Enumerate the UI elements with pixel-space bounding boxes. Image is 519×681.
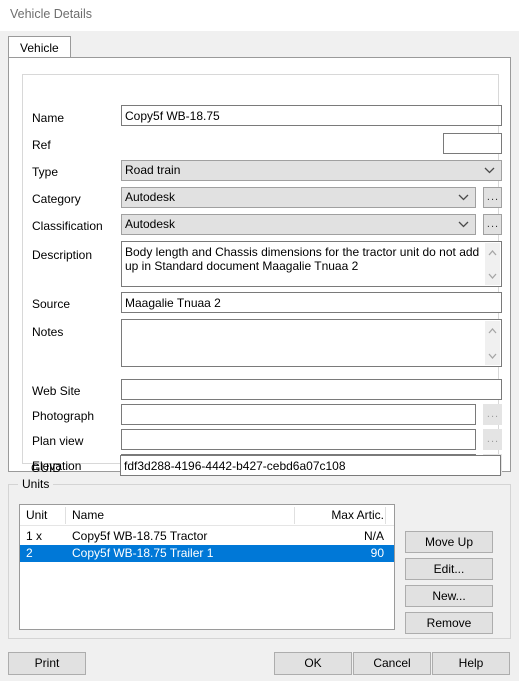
- cell-unit: 1 x: [26, 529, 43, 543]
- scroll-up-icon[interactable]: [485, 323, 500, 338]
- ref-label: Ref: [32, 138, 51, 152]
- tab-page-vehicle: Name Ref Type Road train Category Autode…: [8, 57, 511, 476]
- photograph-input[interactable]: [121, 404, 476, 425]
- cell-name: Copy5f WB-18.75 Tractor: [72, 529, 208, 543]
- description-textarea[interactable]: Body length and Chassis dimensions for t…: [121, 241, 502, 287]
- cell-name: Copy5f WB-18.75 Trailer 1: [72, 546, 214, 560]
- notes-label: Notes: [32, 325, 64, 339]
- type-value: Road train: [125, 163, 181, 177]
- guid-label: GUID: [31, 461, 61, 475]
- description-scrollbar[interactable]: [485, 243, 500, 285]
- ok-button[interactable]: OK: [274, 652, 352, 675]
- window-title: Vehicle Details: [10, 7, 92, 21]
- notes-textarea[interactable]: [121, 319, 502, 367]
- web-site-label: Web Site: [32, 384, 81, 398]
- tab-strip: Vehicle: [8, 36, 511, 58]
- vehicle-fields-panel: Name Ref Type Road train Category Autode…: [22, 74, 502, 475]
- chevron-down-icon: [484, 161, 495, 180]
- units-group-label: Units: [18, 477, 54, 491]
- vehicle-details-dialog: Vehicle Details Vehicle Name Ref Type Ro…: [0, 0, 519, 681]
- category-value: Autodesk: [125, 190, 176, 204]
- description-label: Description: [32, 248, 93, 262]
- units-listview[interactable]: Unit Name Max Artic. 1 x Copy5f WB-18.75…: [19, 504, 395, 630]
- column-header-unit[interactable]: Unit: [26, 505, 47, 526]
- guid-input[interactable]: [120, 455, 501, 476]
- classification-label: Classification: [32, 219, 103, 233]
- name-label: Name: [32, 111, 65, 125]
- cancel-button[interactable]: Cancel: [353, 652, 431, 675]
- plan-view-browse-button[interactable]: ...: [483, 429, 502, 450]
- category-label: Category: [32, 192, 81, 206]
- description-value: Body length and Chassis dimensions for t…: [125, 245, 480, 273]
- notes-scrollbar[interactable]: [485, 321, 500, 365]
- units-listview-header: Unit Name Max Artic.: [20, 505, 394, 526]
- remove-button[interactable]: Remove: [405, 612, 493, 634]
- scroll-down-icon[interactable]: [485, 268, 500, 283]
- print-button[interactable]: Print: [8, 652, 86, 675]
- column-divider: [65, 507, 66, 524]
- help-button[interactable]: Help: [432, 652, 510, 675]
- chevron-down-icon: [458, 215, 469, 234]
- column-divider: [294, 507, 295, 524]
- edit-button[interactable]: Edit...: [405, 558, 493, 580]
- source-input[interactable]: [121, 292, 502, 313]
- table-row[interactable]: 1 x Copy5f WB-18.75 Tractor N/A: [20, 528, 394, 545]
- column-divider: [385, 507, 386, 524]
- photograph-browse-button[interactable]: ...: [483, 404, 502, 425]
- move-up-button[interactable]: Move Up: [405, 531, 493, 553]
- tab-strip-background: [8, 36, 511, 58]
- new-button[interactable]: New...: [405, 585, 493, 607]
- plan-view-input[interactable]: [121, 429, 476, 450]
- title-bar: Vehicle Details: [0, 0, 519, 31]
- column-header-max-artic[interactable]: Max Artic.: [331, 505, 384, 526]
- cell-unit: 2: [26, 546, 33, 560]
- classification-value: Autodesk: [125, 217, 176, 231]
- chevron-down-icon: [458, 188, 469, 207]
- column-header-name[interactable]: Name: [72, 505, 104, 526]
- ref-input[interactable]: [443, 133, 502, 154]
- scroll-down-icon[interactable]: [485, 348, 500, 363]
- photograph-label: Photograph: [32, 409, 95, 423]
- table-row[interactable]: 2 Copy5f WB-18.75 Trailer 1 90: [20, 545, 394, 562]
- classification-combobox[interactable]: Autodesk: [121, 214, 476, 235]
- type-label: Type: [32, 165, 59, 179]
- source-label: Source: [32, 297, 71, 311]
- web-site-input[interactable]: [121, 379, 502, 400]
- type-combobox[interactable]: Road train: [121, 160, 502, 181]
- plan-view-label: Plan view: [32, 434, 84, 448]
- category-browse-button[interactable]: ...: [483, 187, 502, 208]
- tab-vehicle[interactable]: Vehicle: [8, 36, 71, 58]
- cell-max-artic: 90: [370, 546, 384, 560]
- scroll-up-icon[interactable]: [485, 245, 500, 260]
- category-combobox[interactable]: Autodesk: [121, 187, 476, 208]
- name-input[interactable]: [121, 105, 502, 126]
- cell-max-artic: N/A: [363, 529, 384, 543]
- classification-browse-button[interactable]: ...: [483, 214, 502, 235]
